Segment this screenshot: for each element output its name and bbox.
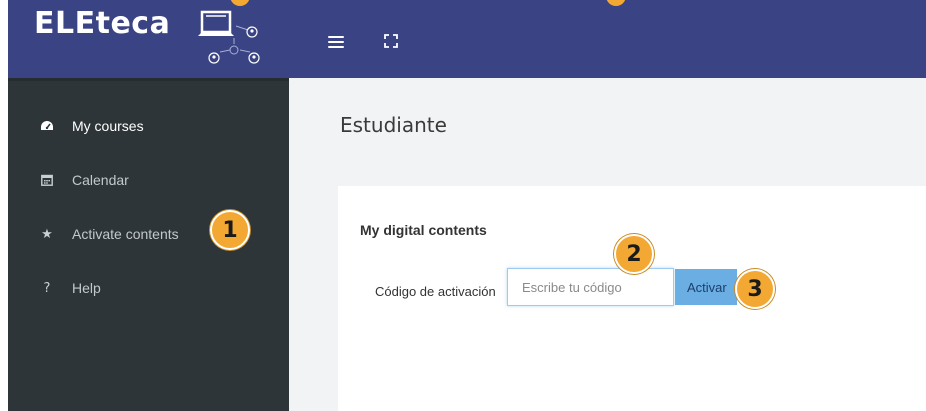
activation-code-input[interactable] xyxy=(507,268,674,306)
callout-badge-1: 1 xyxy=(210,210,250,250)
dashboard-icon xyxy=(40,119,54,133)
question-icon: ? xyxy=(43,280,51,296)
sidebar-item-calendar[interactable]: Calendar xyxy=(8,155,289,205)
sidebar-item-help[interactable]: ? Help xyxy=(8,263,289,313)
page-left-edge xyxy=(0,0,8,411)
sidebar-item-label: My courses xyxy=(72,118,144,134)
fullscreen-icon[interactable] xyxy=(384,34,398,48)
star-icon: ★ xyxy=(41,226,53,242)
sidebar-item-label: Activate contents xyxy=(72,226,179,242)
hamburger-icon[interactable] xyxy=(328,36,344,48)
top-navbar: ELEteca xyxy=(8,0,926,78)
activation-code-label: Código de activación xyxy=(375,284,496,299)
laptop-network-logo-icon xyxy=(198,10,260,64)
activate-button[interactable]: Activar xyxy=(675,269,737,305)
callout-badge-partial xyxy=(606,0,626,6)
main-content: Estudiante My digital contents Código de… xyxy=(289,78,926,411)
digital-contents-card: My digital contents Código de activación… xyxy=(338,186,926,411)
card-title: My digital contents xyxy=(360,222,487,238)
sidebar-item-label: Calendar xyxy=(72,172,129,188)
calendar-icon xyxy=(40,173,54,187)
sidebar-item-label: Help xyxy=(72,280,101,296)
sidebar-item-my-courses[interactable]: My courses xyxy=(8,101,289,151)
callout-badge-2: 2 xyxy=(614,234,654,274)
callout-badge-partial xyxy=(230,0,250,6)
sidebar: My courses Calendar ★ Activate contents … xyxy=(8,78,289,411)
page-title: Estudiante xyxy=(340,113,447,137)
brand-logo-text[interactable]: ELEteca xyxy=(34,6,170,41)
callout-badge-3: 3 xyxy=(735,269,775,309)
